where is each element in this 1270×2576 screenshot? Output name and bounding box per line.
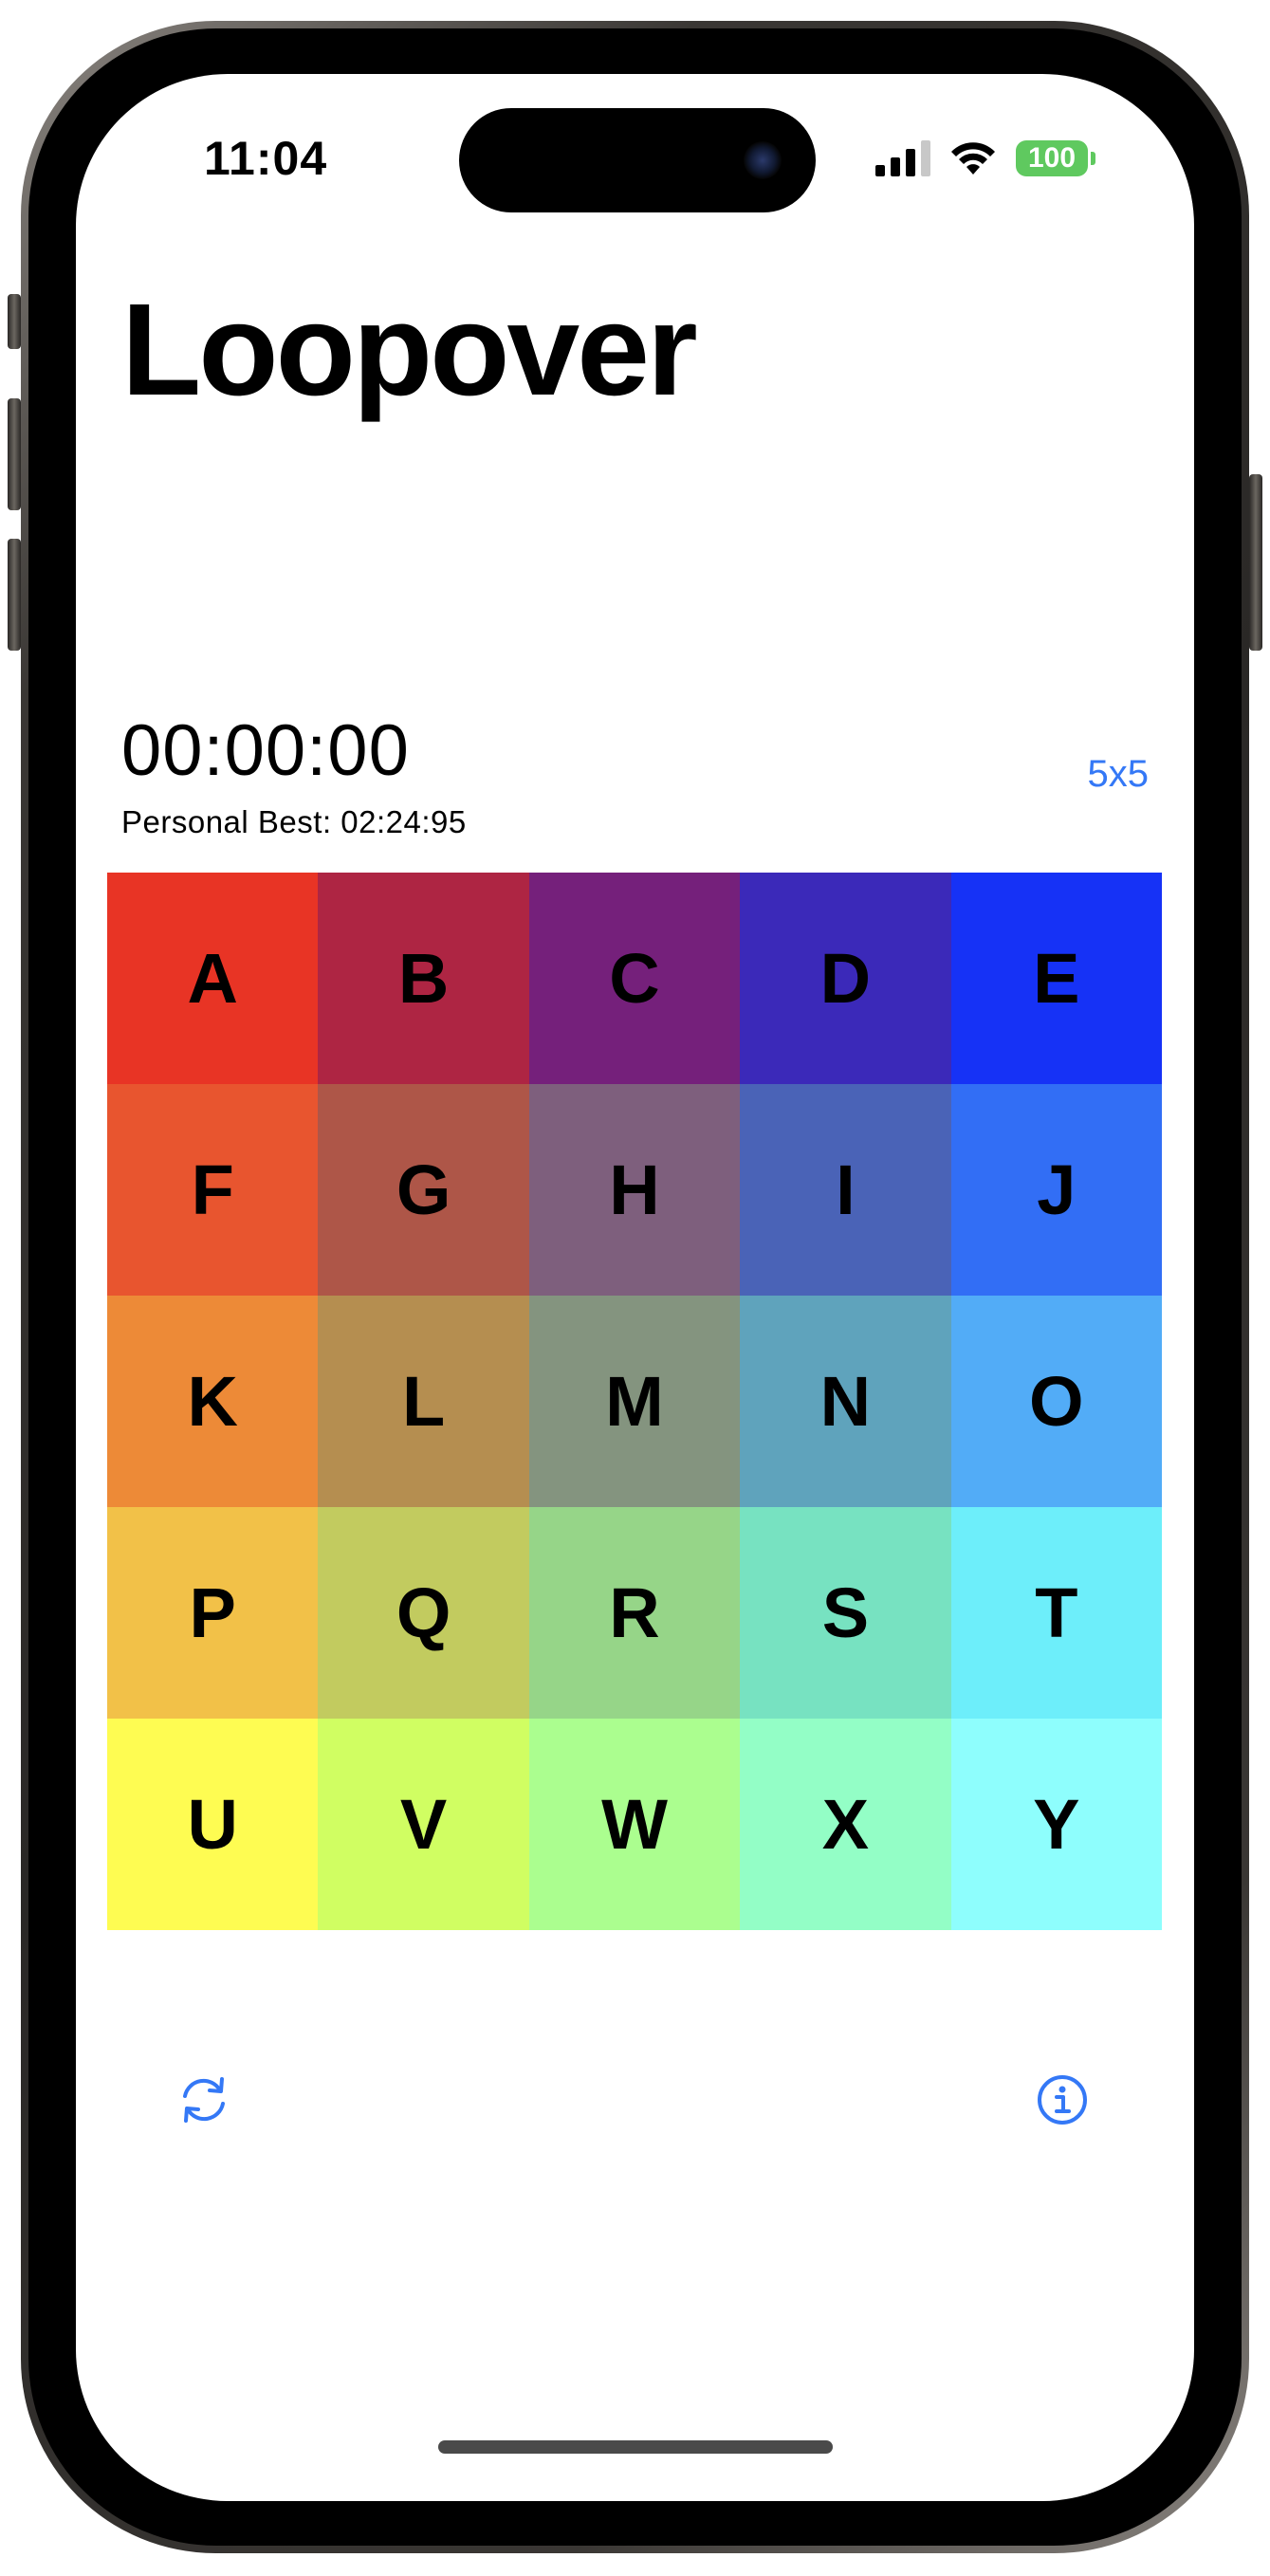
puzzle-board[interactable]: ABCDE FGHIJ KLMNO PQRST UVWXY xyxy=(107,873,1162,1930)
tile-t[interactable]: T xyxy=(950,1507,1162,1719)
tile-h[interactable]: H xyxy=(528,1084,741,1296)
page-title: Loopover xyxy=(121,277,698,423)
tile-f[interactable]: F xyxy=(107,1084,319,1296)
tile-g[interactable]: G xyxy=(318,1084,529,1296)
wifi-icon xyxy=(951,142,995,175)
power-button xyxy=(1249,474,1262,651)
personal-best-label: Personal Best: 02:24:95 xyxy=(121,804,467,839)
tile-x[interactable]: X xyxy=(740,1719,951,1930)
shuffle-button[interactable] xyxy=(174,2070,234,2130)
tile-j[interactable]: J xyxy=(950,1084,1162,1296)
tile-w[interactable]: W xyxy=(528,1719,741,1930)
tile-l[interactable]: L xyxy=(318,1296,529,1507)
tile-p[interactable]: P xyxy=(107,1507,319,1719)
tile-k[interactable]: K xyxy=(107,1296,319,1507)
tile-y[interactable]: Y xyxy=(950,1719,1162,1930)
tile-q[interactable]: Q xyxy=(318,1507,529,1719)
tile-r[interactable]: R xyxy=(528,1507,741,1719)
app-screen: 11:04 100 Loopover 00:00:00 Personal Bes… xyxy=(76,74,1194,2501)
silent-switch xyxy=(8,294,21,349)
cellular-signal-icon xyxy=(875,140,930,176)
status-time: 11:04 xyxy=(204,132,328,185)
tile-v[interactable]: V xyxy=(318,1719,529,1930)
info-button[interactable] xyxy=(1032,2070,1093,2130)
volume-down-button xyxy=(8,539,21,651)
tile-n[interactable]: N xyxy=(740,1296,951,1507)
tile-d[interactable]: D xyxy=(740,873,951,1084)
home-indicator xyxy=(438,2440,833,2454)
tile-m[interactable]: M xyxy=(528,1296,741,1507)
volume-up-button xyxy=(8,398,21,510)
tile-o[interactable]: O xyxy=(950,1296,1162,1507)
info-icon xyxy=(1038,2075,1087,2125)
tile-s[interactable]: S xyxy=(740,1507,951,1719)
tile-a[interactable]: A xyxy=(107,873,319,1084)
tile-c[interactable]: C xyxy=(528,873,741,1084)
shuffle-icon xyxy=(183,2077,225,2123)
tile-i[interactable]: I xyxy=(740,1084,951,1296)
front-camera xyxy=(744,141,782,179)
tile-u[interactable]: U xyxy=(107,1719,319,1930)
tile-b[interactable]: B xyxy=(318,873,529,1084)
status-icons: 100 xyxy=(875,135,1095,182)
tile-e[interactable]: E xyxy=(950,873,1162,1084)
game-timer: 00:00:00 xyxy=(121,710,410,791)
grid-size-button[interactable]: 5x5 xyxy=(1088,755,1150,793)
battery-icon: 100 xyxy=(1016,140,1095,176)
dynamic-island xyxy=(459,108,816,212)
